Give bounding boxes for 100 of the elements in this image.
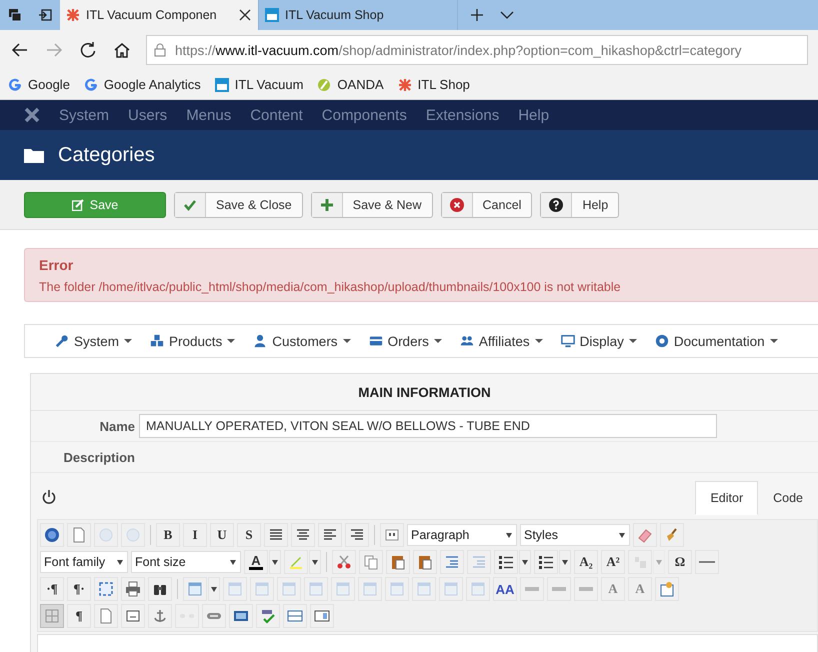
editor-button[interactable]: B xyxy=(156,523,180,547)
user-icon xyxy=(253,334,268,348)
editor-button[interactable] xyxy=(494,550,518,574)
field-label: Name xyxy=(98,418,136,434)
editor-button[interactable] xyxy=(121,577,145,601)
editor-button[interactable] xyxy=(283,604,307,628)
close-icon[interactable] xyxy=(238,8,252,22)
editor-button[interactable] xyxy=(121,604,145,628)
editor-button[interactable]: AA xyxy=(493,577,517,601)
eraser-icon xyxy=(637,527,653,543)
editor-button[interactable] xyxy=(310,604,334,628)
name-field[interactable]: MANUALLY OPERATED, VITON SEAL W/O BELLOWS - TUBE END xyxy=(139,414,717,438)
browser-tab[interactable]: ITL Vacuum Componen xyxy=(60,0,259,30)
format-dropdown[interactable]: Font size xyxy=(131,551,241,573)
editor-button[interactable]: U xyxy=(210,523,234,547)
editor-button[interactable] xyxy=(318,523,342,547)
field-label: Description xyxy=(62,450,136,464)
grid-icon xyxy=(44,608,60,624)
text-color-button[interactable]: A xyxy=(244,550,268,574)
leaf-logo-icon xyxy=(317,78,332,92)
menu-item[interactable]: Users xyxy=(128,106,168,124)
address-bar[interactable]: https://www.itl-vacuum.com/shop/administrator/index.php?option=com_hikashop&ctrl=category xyxy=(146,35,808,65)
home-icon[interactable] xyxy=(112,40,132,60)
bookmark[interactable]: OANDA xyxy=(317,77,384,92)
editor-button[interactable] xyxy=(264,523,288,547)
format-dropdown[interactable]: Styles xyxy=(520,524,630,546)
new-tab-icon[interactable] xyxy=(470,8,484,22)
tab-actions-icon[interactable] xyxy=(8,8,22,22)
table-icon xyxy=(389,581,405,597)
plus-icon xyxy=(320,198,334,212)
editor-button[interactable] xyxy=(380,523,404,547)
menu-item[interactable]: Components xyxy=(322,106,407,124)
image-icon xyxy=(233,608,249,624)
toolbar-button[interactable]: Save & New xyxy=(310,192,433,218)
table-icon xyxy=(470,581,486,597)
indent-icon xyxy=(471,554,487,570)
shop-menu-item[interactable]: Documentation xyxy=(654,334,778,348)
menu-item[interactable]: Menus xyxy=(186,106,232,124)
editor-button[interactable]: A² xyxy=(601,550,625,574)
highlighter-icon xyxy=(288,554,304,570)
bookmark[interactable]: ITL Shop xyxy=(398,77,470,92)
section-heading: MAIN INFORMATION xyxy=(31,374,818,411)
page-break-icon xyxy=(125,608,141,624)
editor-button[interactable]: S xyxy=(237,523,261,547)
cancel-icon xyxy=(450,198,464,212)
shop-menu-item[interactable]: Products xyxy=(150,334,236,348)
editor-button[interactable]: ·¶ xyxy=(40,577,64,601)
alert-title: Error xyxy=(39,257,74,273)
editor-button[interactable] xyxy=(40,523,64,547)
toolbar-button[interactable]: Save & Close xyxy=(174,192,303,218)
editor-button[interactable] xyxy=(291,523,315,547)
menu-item[interactable]: Content xyxy=(250,106,303,124)
url-text: https://www.itl-vacuum.com/shop/administrator/index.php?option=com_hikashop&ctrl=category xyxy=(175,42,742,58)
scissors-icon xyxy=(336,554,352,570)
table-icon xyxy=(308,581,324,597)
menu-item[interactable]: System xyxy=(59,106,110,124)
table-icon xyxy=(187,581,203,597)
site-logo-icon xyxy=(214,78,229,92)
editor-button[interactable]: A₂ xyxy=(574,550,598,574)
lifebuoy-icon xyxy=(654,334,669,348)
table-icon xyxy=(281,581,297,597)
shop-menu-item[interactable]: Customers xyxy=(253,334,351,348)
clipboard-icon xyxy=(390,554,406,570)
table-icon xyxy=(362,581,378,597)
star-logo-icon xyxy=(66,8,80,22)
editor-button[interactable]: Ω xyxy=(668,550,692,574)
shop-menu-item[interactable]: System xyxy=(55,334,132,348)
editor-tab[interactable]: Editor xyxy=(695,481,758,515)
format-dropdown[interactable]: Paragraph xyxy=(407,524,517,546)
editor-button[interactable] xyxy=(148,577,172,601)
bookmark[interactable]: Google Analytics xyxy=(84,77,201,92)
table-icon xyxy=(254,581,270,597)
template-icon xyxy=(659,581,675,597)
editor-button[interactable]: ¶ xyxy=(67,604,91,628)
shop-menu-item[interactable]: Affiliates xyxy=(460,334,543,348)
editor-button[interactable] xyxy=(534,550,558,574)
bullet-list-icon xyxy=(538,554,554,570)
clipboard-icon xyxy=(417,554,433,570)
lock-icon xyxy=(153,43,167,57)
check-icon xyxy=(183,198,197,212)
editor-tab[interactable]: Code xyxy=(758,481,818,515)
editor-button[interactable] xyxy=(695,550,719,574)
editor-button[interactable]: ¶· xyxy=(67,577,91,601)
toolbar-button[interactable]: Cancel xyxy=(440,192,532,218)
bookmark[interactable]: ITL Vacuum xyxy=(214,77,304,92)
refresh-icon[interactable] xyxy=(78,40,98,60)
numbered-list-icon xyxy=(498,554,514,570)
editor-button[interactable] xyxy=(655,577,679,601)
menu-item[interactable]: Extensions xyxy=(426,106,500,124)
editor-button[interactable]: I xyxy=(183,523,207,547)
shop-menu-item[interactable]: Orders xyxy=(368,334,442,348)
shop-menu-item[interactable]: Display xyxy=(560,334,637,348)
editor-button[interactable] xyxy=(229,604,253,628)
bookmark[interactable]: Google xyxy=(8,77,70,92)
format-dropdown[interactable]: Font family xyxy=(40,551,128,573)
menu-item[interactable]: Help xyxy=(518,106,550,124)
set-aside-tabs-icon[interactable] xyxy=(38,8,52,22)
toolbar-button[interactable]: Help xyxy=(540,192,620,218)
editor-button[interactable] xyxy=(345,523,369,547)
power-icon[interactable] xyxy=(41,489,57,505)
